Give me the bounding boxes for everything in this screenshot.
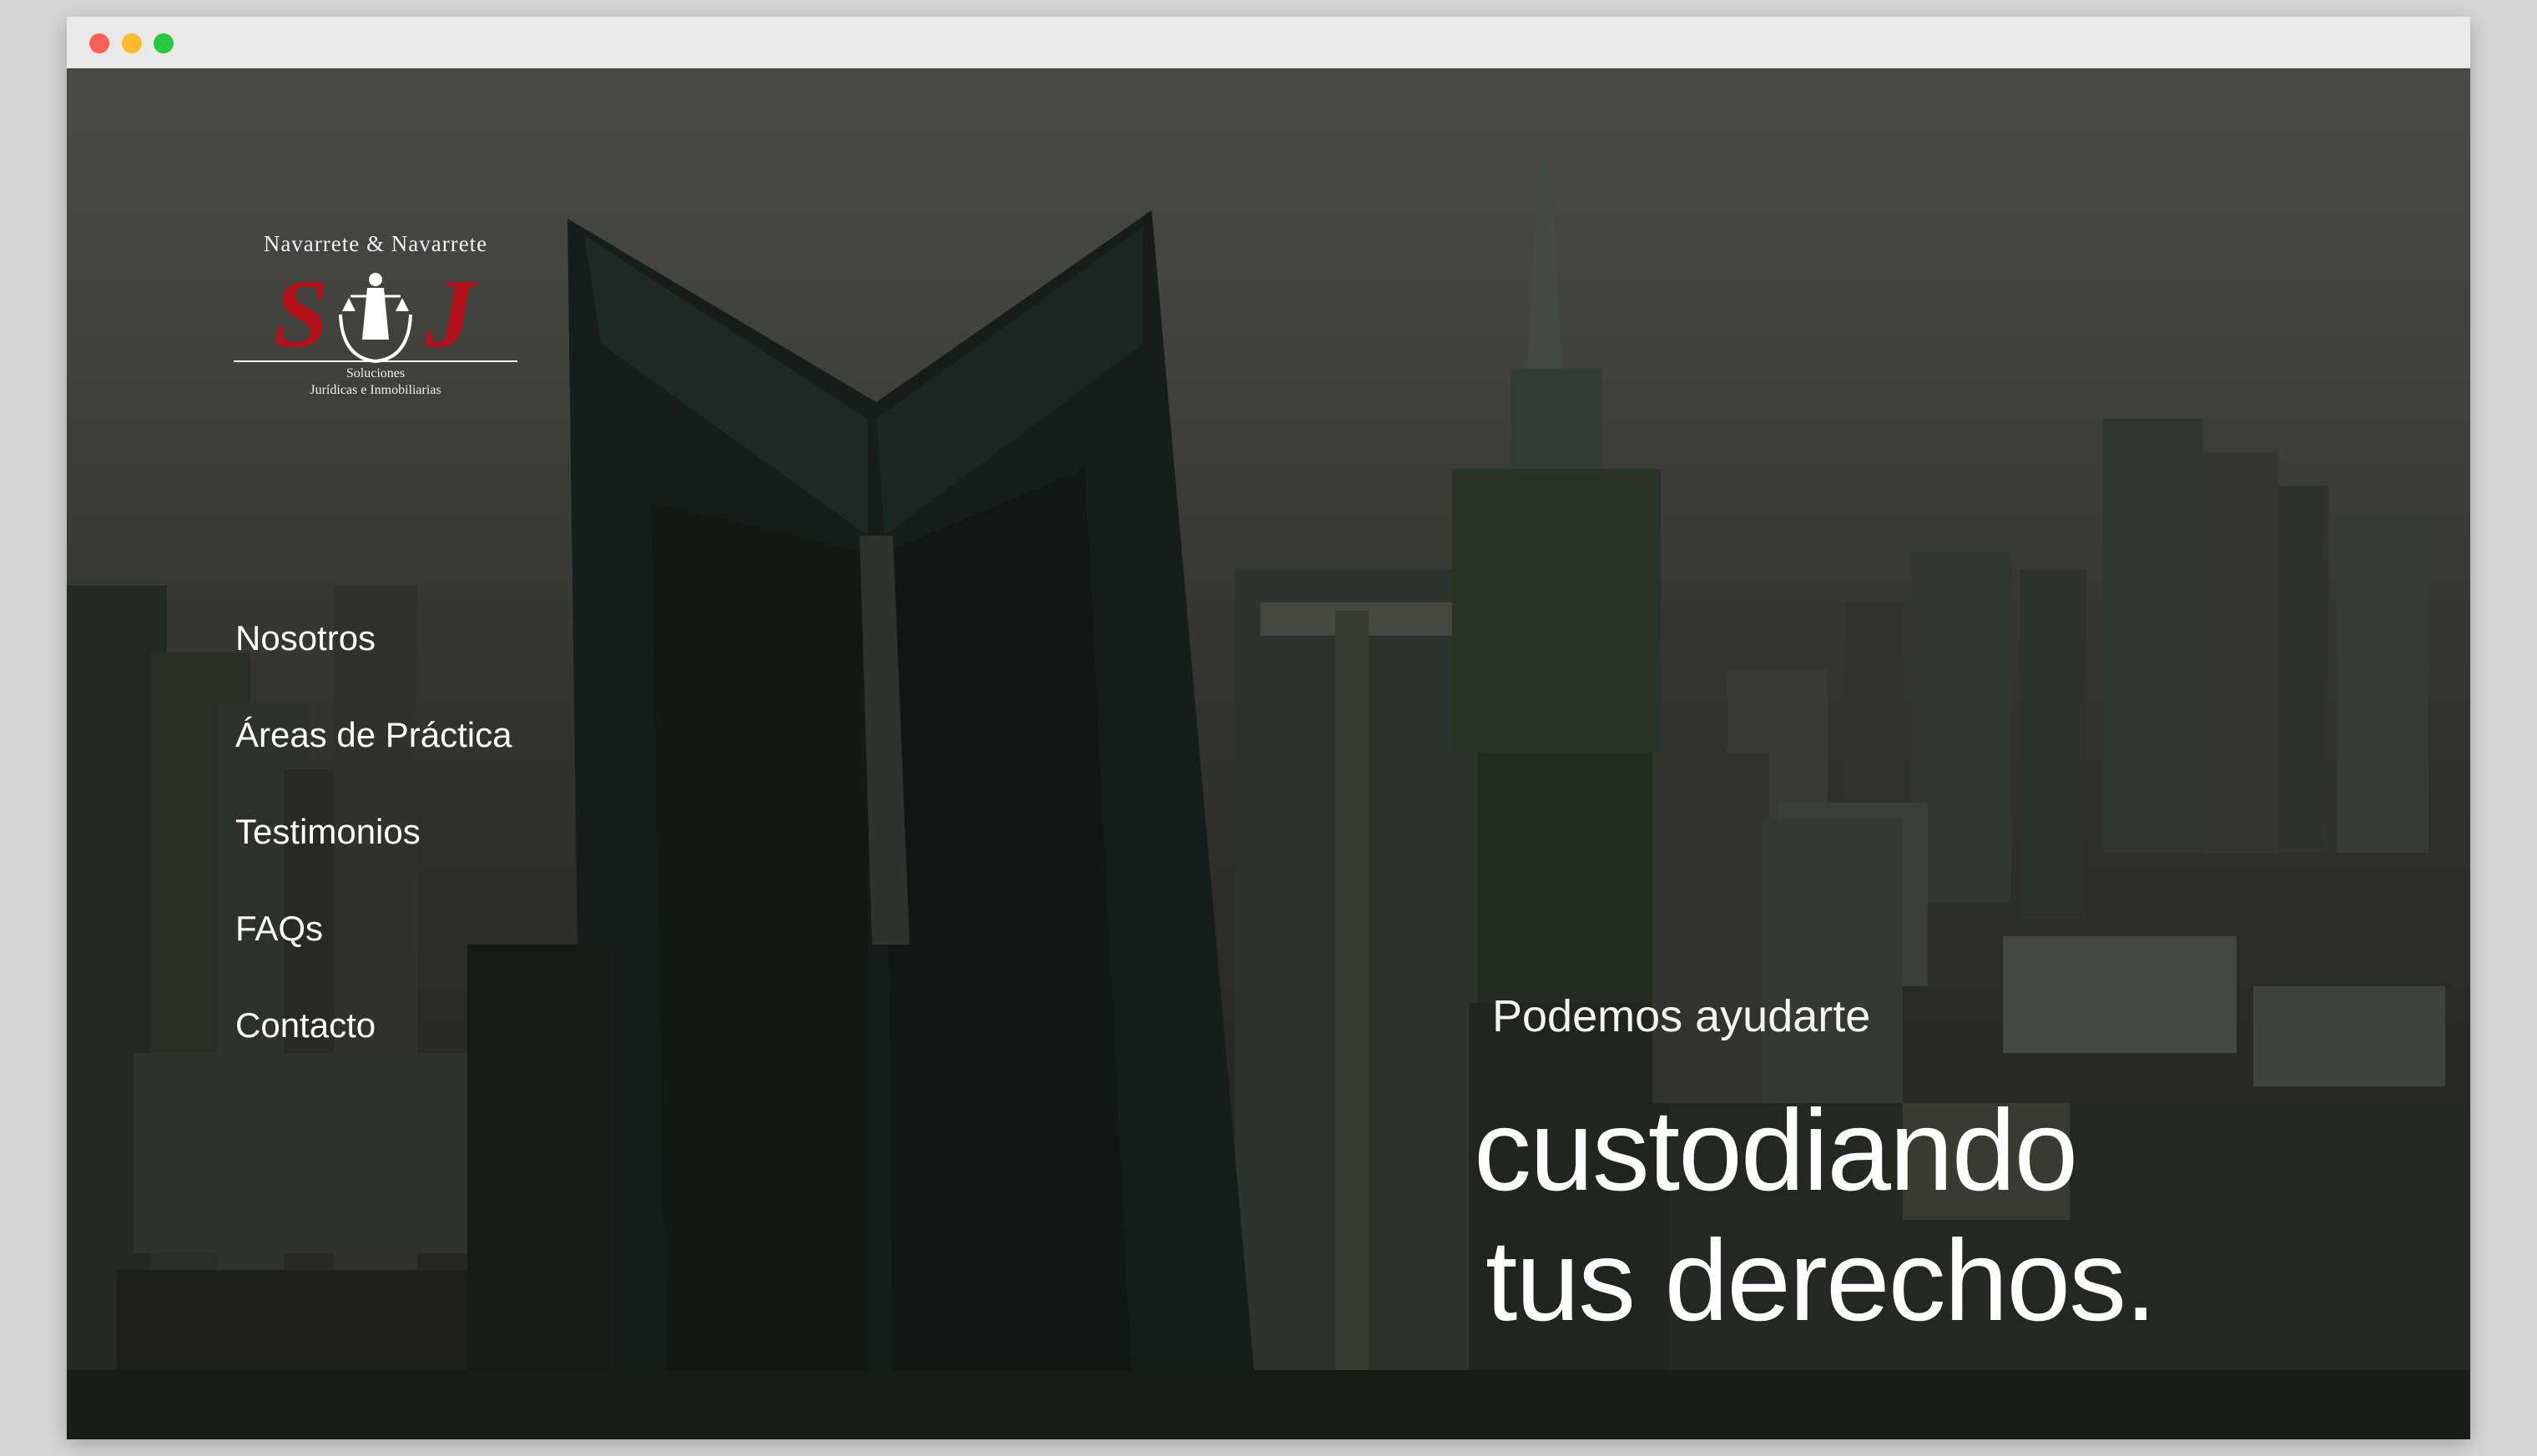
monogram-right: J <box>425 264 478 365</box>
logo-tagline-line1: Soluciones <box>345 366 406 380</box>
zoom-window-button[interactable] <box>154 33 174 53</box>
nav-item-areas-de-practica[interactable]: Áreas de Práctica <box>235 715 512 755</box>
logo-tagline-line2: Jurídicas e Inmobiliarias <box>310 383 441 397</box>
hero-section: Navarrete & Navarrete S J Soluciones Jur… <box>67 68 2470 1439</box>
logo-firm-name: Navarrete & Navarrete <box>263 231 488 256</box>
scales-of-justice-icon: S J <box>234 264 517 365</box>
nav-item-testimonios[interactable]: Testimonios <box>235 812 421 852</box>
nav-item-nosotros[interactable]: Nosotros <box>235 618 376 658</box>
firm-logo[interactable]: Navarrete & Navarrete S J Soluciones Jur… <box>234 231 517 406</box>
window-titlebar <box>67 17 2470 68</box>
close-window-button[interactable] <box>89 33 109 53</box>
nav-item-contacto[interactable]: Contacto <box>235 1005 376 1045</box>
hero-headline-line2: tus derechos. <box>1485 1217 2156 1345</box>
minimize-window-button[interactable] <box>122 33 142 53</box>
nav-item-faqs[interactable]: FAQs <box>235 909 323 949</box>
hero-headline-line1: custodiando <box>1474 1086 2078 1215</box>
monogram-left: S <box>274 264 329 365</box>
browser-window: Navarrete & Navarrete S J Soluciones Jur… <box>67 17 2470 1439</box>
hero-kicker: Podemos ayudarte <box>1492 991 1871 1041</box>
